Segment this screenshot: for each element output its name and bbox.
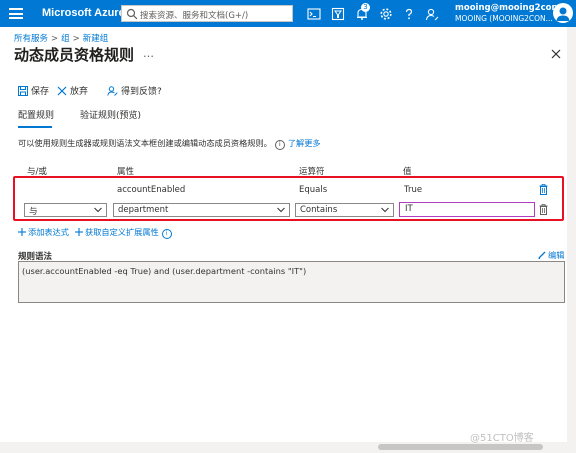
user-avatar-icon — [556, 7, 570, 21]
delete-rule1-icon[interactable] — [539, 184, 548, 195]
chevron-down-icon — [94, 207, 102, 213]
search-input[interactable]: 搜索资源、服务和文档(G+/) — [121, 5, 293, 22]
add-icon — [18, 228, 26, 236]
breadcrumb-all-services[interactable]: 所有服务 — [14, 34, 48, 44]
learn-more-link[interactable]: 了解更多 — [288, 138, 321, 148]
close-icon[interactable] — [551, 49, 561, 59]
rule2-andor-dropdown[interactable]: 与 — [24, 203, 107, 217]
save-icon — [18, 86, 28, 96]
rule1-operator[interactable]: Equals — [299, 185, 327, 195]
add-expression-label: 添加表达式 — [28, 227, 69, 237]
breadcrumb-separator: > — [51, 34, 59, 44]
search-icon — [126, 8, 138, 20]
feedback-label: 得到反馈? — [121, 87, 162, 97]
tab-validate-rules[interactable]: 验证规则(预览) — [80, 108, 141, 121]
directory-filter-icon[interactable] — [331, 7, 345, 21]
rule1-value[interactable]: True — [404, 185, 422, 195]
search-placeholder: 搜索资源、服务和文档(G+/) — [140, 11, 249, 21]
breadcrumb-groups[interactable]: 组 — [61, 34, 70, 44]
tab-configure-rules[interactable]: 配置规则 — [18, 108, 54, 121]
user-tenant[interactable]: MOOING (MOOING2CON... — [455, 14, 553, 23]
rule2-property-value: department — [118, 205, 169, 215]
discard-button[interactable]: 放弃 — [57, 84, 88, 97]
more-options-button[interactable]: … — [143, 47, 154, 60]
edit-label: 编辑 — [548, 250, 565, 260]
feedback-icon[interactable] — [425, 7, 439, 21]
watermark: @51CTO博客 — [470, 433, 534, 444]
breadcrumb-new-group[interactable]: 新建组 — [83, 34, 109, 44]
page-title: 动态成员资格规则 — [14, 46, 135, 64]
cloud-shell-icon[interactable] — [307, 7, 321, 21]
brand-title[interactable]: Microsoft Azure — [42, 7, 125, 19]
avatar[interactable] — [553, 3, 573, 23]
rule-syntax-value: (user.accountEnabled -eq True) and (user… — [22, 266, 307, 276]
rule-syntax-textbox[interactable]: (user.accountEnabled -eq True) and (user… — [18, 261, 565, 303]
add-icon — [75, 228, 83, 236]
edit-pencil-icon — [538, 251, 546, 259]
get-custom-extension-label: 获取自定义扩展属性 — [85, 227, 159, 237]
person-feedback-icon — [107, 86, 118, 96]
rule1-property[interactable]: accountEnabled — [117, 185, 185, 195]
horizontal-scroll-thumb[interactable] — [378, 444, 543, 450]
notification-count-badge: 3 — [361, 3, 370, 12]
get-custom-extension-button[interactable]: 获取自定义扩展属性 i — [75, 226, 175, 239]
save-label: 保存 — [31, 87, 50, 97]
help-icon[interactable] — [402, 7, 416, 21]
menu-icon[interactable] — [9, 8, 23, 19]
rule2-value-text: IT — [405, 204, 413, 214]
user-email[interactable]: mooing@mooing2con... — [455, 3, 567, 13]
save-button[interactable]: 保存 — [18, 84, 49, 97]
active-tab-indicator — [18, 126, 52, 128]
rule2-value-input[interactable]: IT — [399, 202, 535, 217]
discard-label: 放弃 — [70, 87, 89, 97]
settings-icon[interactable] — [379, 7, 393, 21]
info-icon[interactable]: i — [274, 140, 285, 150]
rule2-andor-value: 与 — [29, 207, 38, 217]
edit-button[interactable]: 编辑 — [538, 249, 564, 261]
breadcrumb: 所有服务 > 组 > 新建组 — [14, 32, 108, 44]
feedback-button[interactable]: 得到反馈? — [107, 84, 162, 97]
description: 可以使用规则生成器或规则语法文本框创建或编辑动态成员资格规则。 i 了解更多 — [18, 137, 321, 150]
delete-rule2-icon[interactable] — [539, 204, 548, 215]
breadcrumb-separator: > — [72, 34, 80, 44]
rule2-property-dropdown[interactable]: department — [113, 203, 290, 217]
add-expression-button[interactable]: 添加表达式 — [18, 226, 69, 238]
info-icon[interactable]: i — [161, 229, 172, 239]
chevron-down-icon — [277, 207, 285, 213]
discard-icon — [57, 86, 67, 96]
description-text: 可以使用规则生成器或规则语法文本框创建或编辑动态成员资格规则。 — [18, 138, 272, 148]
rule2-operator-value: Contains — [300, 205, 338, 215]
rule2-operator-dropdown[interactable]: Contains — [295, 203, 394, 217]
chevron-down-icon — [381, 207, 389, 213]
vertical-scrollbar[interactable] — [567, 27, 576, 442]
